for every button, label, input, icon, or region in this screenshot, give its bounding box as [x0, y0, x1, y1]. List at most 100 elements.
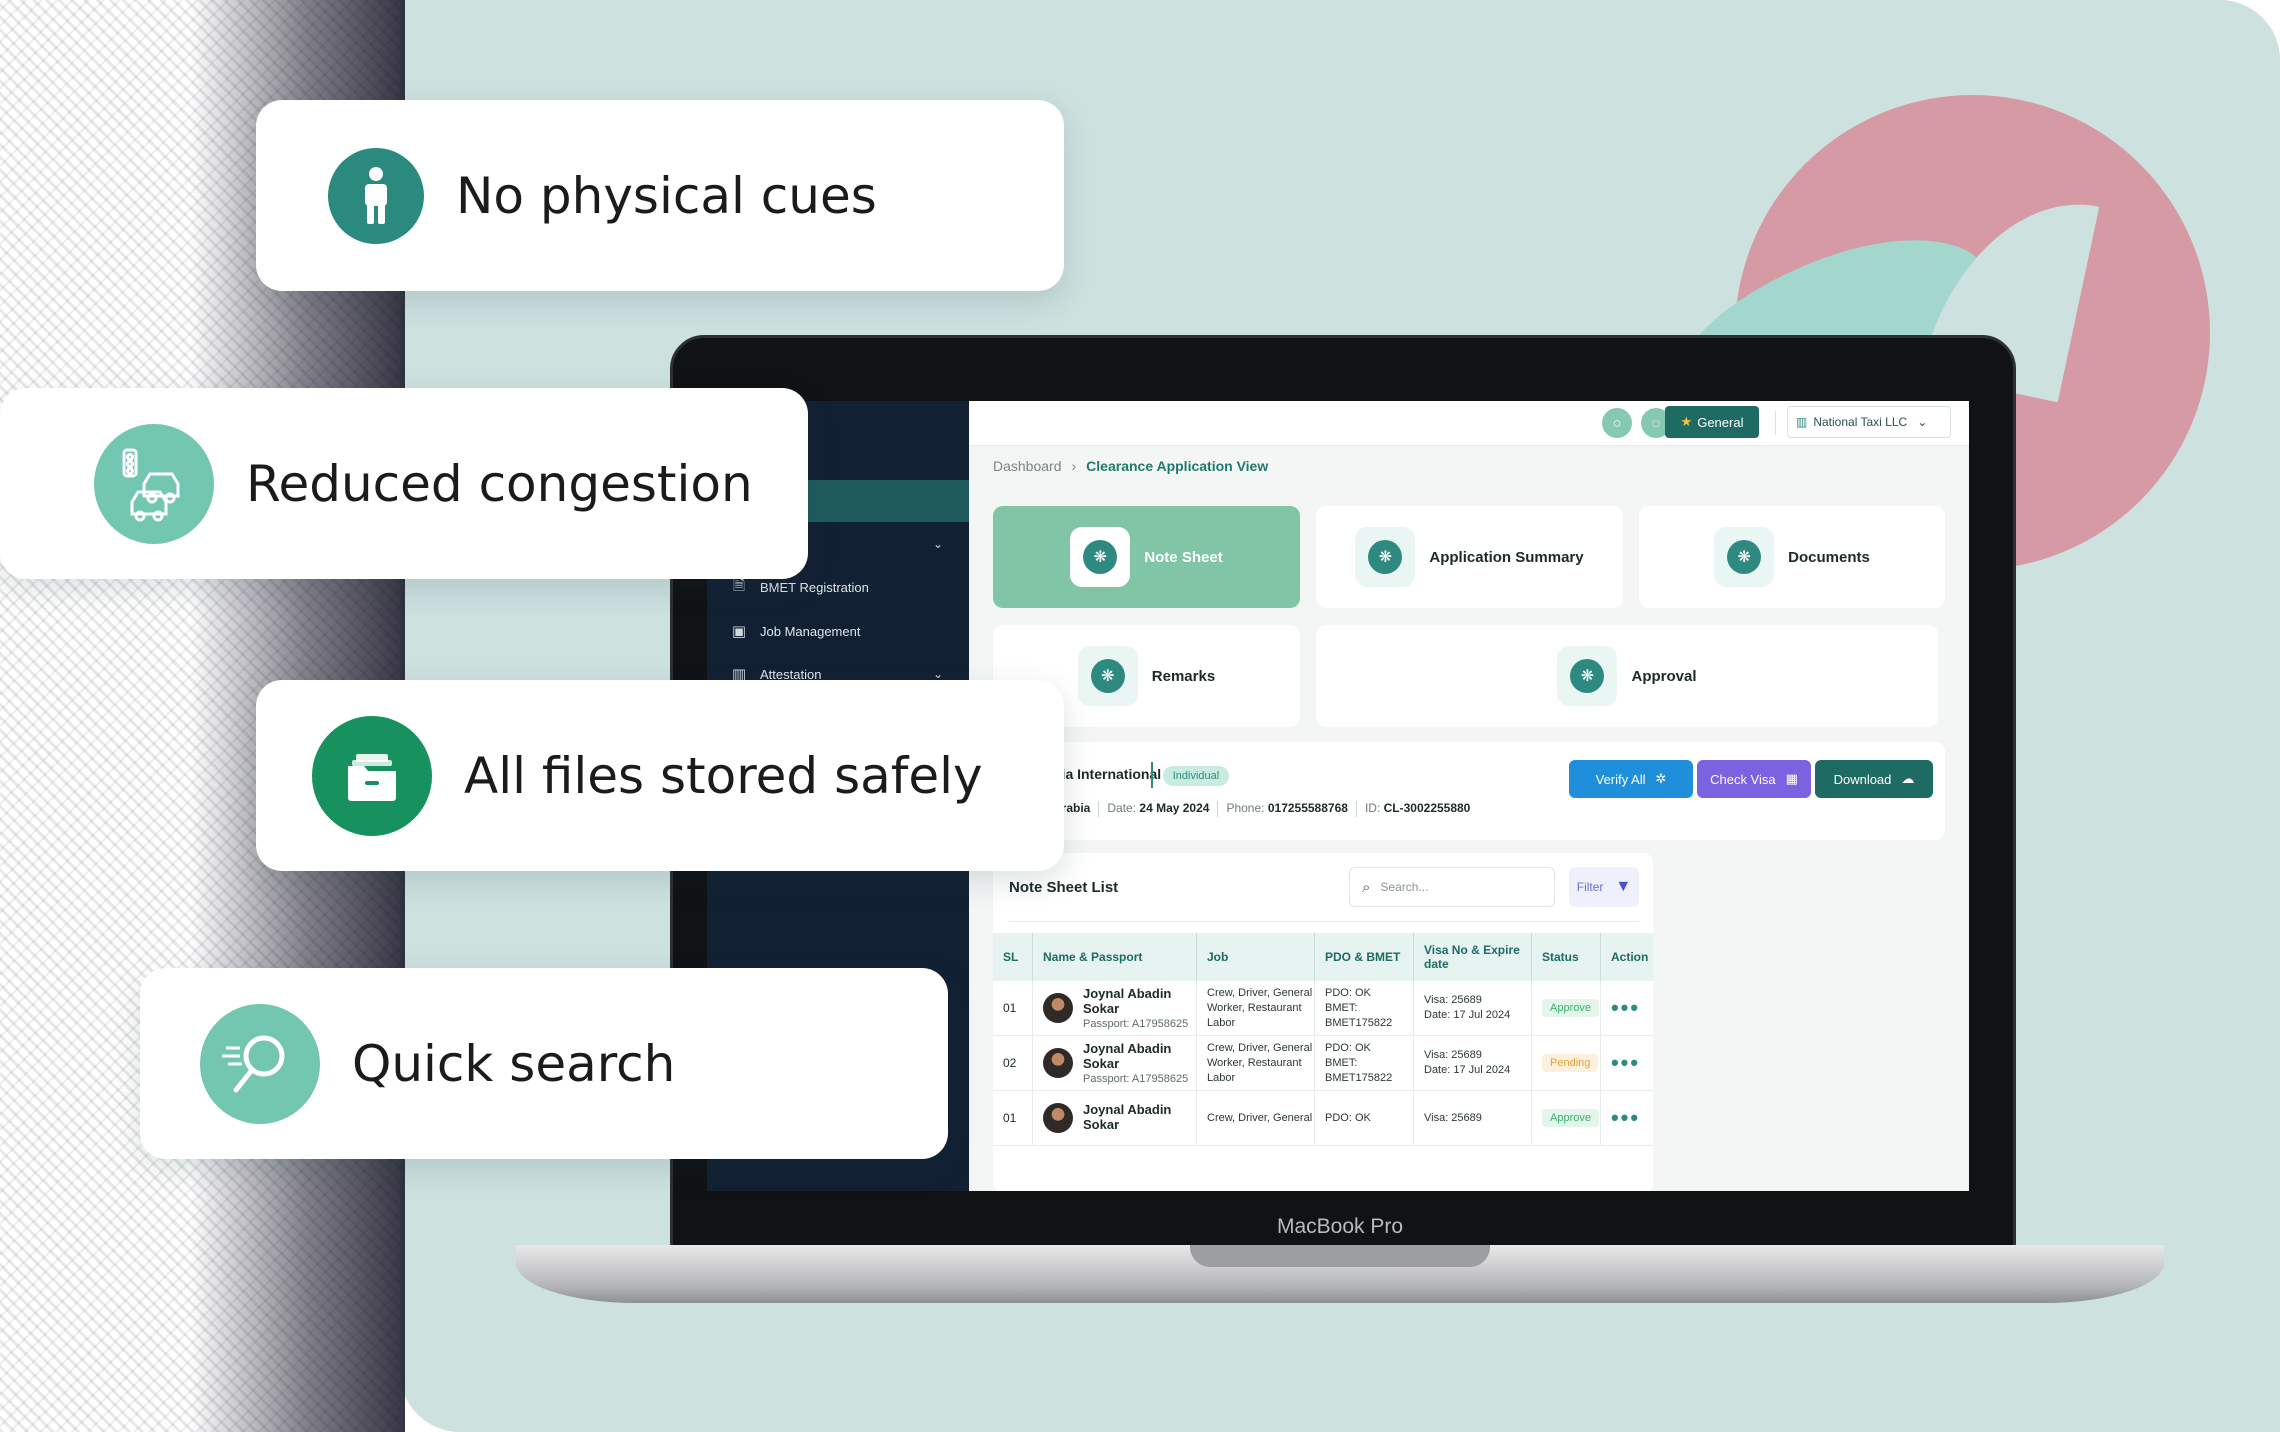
document-icon: 🗎 [732, 576, 746, 594]
sl-cell: 01 [993, 1090, 1033, 1146]
workspace-label: General [1697, 414, 1744, 430]
note-sheet-list: Note Sheet List ⌕ Search... Filter ▼ SL … [993, 853, 1653, 1191]
visa-cell: Visa: 25689 [1413, 1090, 1532, 1146]
bmet-text: BMET: BMET175822 [1325, 1056, 1393, 1084]
tile-documents[interactable]: ❋ Documents [1639, 506, 1945, 608]
date-label: Date: [1107, 801, 1137, 815]
top-bar: ○ ◌ ★ General ▥ National Taxi LLC ⌄ [969, 401, 1969, 446]
person-name: Joynal Abadin Sokar [1083, 986, 1172, 1016]
tile-application-summary[interactable]: ❋ Application Summary [1316, 506, 1623, 608]
status-badge: Approve [1542, 999, 1599, 1017]
agency-name: dia International [1053, 766, 1162, 782]
folder-icon [312, 715, 432, 836]
column-header: Status [1531, 933, 1601, 981]
sl-cell: 02 [993, 1035, 1033, 1091]
name-cell: Joynal Abadin Sokar [1032, 1090, 1197, 1146]
building-icon: ▥ [1796, 415, 1808, 429]
visa-cell: Visa: 25689 Date: 17 Jul 2024 [1413, 981, 1532, 1036]
tile-approval[interactable]: ❋ Approval [1316, 625, 1938, 727]
application-summary-icon: ❋ [1355, 527, 1416, 587]
chevron-right-icon: › [1071, 458, 1077, 474]
job-cell: Crew, Driver, General Worker, Restaurant … [1196, 981, 1315, 1036]
more-actions-icon[interactable]: ••• [1611, 1050, 1640, 1075]
chevron-down-icon: ⌄ [1917, 415, 1928, 429]
id-label: ID: [1364, 801, 1381, 815]
filter-button[interactable]: Filter ▼ [1569, 867, 1639, 907]
name-cell: Joynal Abadin Sokar Passport: A17958625 [1032, 981, 1197, 1036]
pdo-text: PDO: OK [1325, 1041, 1371, 1054]
tile-note-sheet[interactable]: ❋ Note Sheet [993, 506, 1300, 608]
breadcrumb-current: Clearance Application View [1086, 458, 1269, 474]
id-value: CL-3002255880 [1383, 801, 1471, 815]
job-line: Worker, Restaurant Labor [1207, 1056, 1302, 1084]
table-header-row: SL Name & Passport Job PDO & BMET Visa N… [993, 933, 1653, 981]
table-row[interactable]: 01 Joynal Abadin Sokar Passport: A1795862… [993, 981, 1653, 1036]
table-row[interactable]: 01 Joynal Abadin Sokar Crew, Driver, Gen… [993, 1090, 1653, 1146]
download-button[interactable]: Download ☁ [1815, 760, 1933, 798]
pdo-text: PDO: OK [1325, 986, 1371, 999]
filter-label: Filter [1576, 880, 1604, 894]
check-visa-button[interactable]: Check Visa ▦ [1697, 760, 1811, 798]
company-label: National Taxi LLC [1813, 415, 1908, 429]
magnifier-icon [200, 1003, 320, 1124]
action-cell: ••• [1600, 981, 1653, 1036]
feature-label: All files stored safely [464, 746, 983, 805]
search-input[interactable]: ⌕ Search... [1349, 867, 1555, 907]
list-title: Note Sheet List [1009, 879, 1119, 896]
tile-label: Remarks [1151, 667, 1216, 685]
person-name: Joynal Abadin Sokar [1083, 1041, 1172, 1071]
verify-all-label: Verify All [1595, 771, 1646, 787]
search-icon[interactable]: ○ [1602, 408, 1632, 438]
bmet-text: BMET: BMET175822 [1325, 1001, 1393, 1029]
visa-text: Visa: 25689 [1424, 1049, 1482, 1061]
column-header: Name & Passport [1032, 933, 1197, 981]
sl-cell: 01 [993, 981, 1033, 1036]
workspace-button[interactable]: ★ General [1665, 406, 1759, 438]
breadcrumb: Dashboard › Clearance Application View [993, 458, 1268, 474]
job-cell: Crew, Driver, General Worker, Restaurant … [1196, 1035, 1315, 1091]
date-value: 24 May 2024 [1139, 801, 1210, 815]
name-cell: Joynal Abadin Sokar Passport: A17958625 [1032, 1035, 1197, 1091]
person-name: Joynal Abadin Sokar [1083, 1102, 1172, 1132]
avatar [1043, 1103, 1073, 1133]
column-header: SL [993, 933, 1033, 981]
chevron-down-icon: ⌄ [932, 537, 943, 551]
passport-text: Passport: A17958625 [1083, 1073, 1189, 1085]
verify-all-button[interactable]: Verify All ✲ [1569, 760, 1693, 798]
column-header: Visa No & Expire date [1413, 933, 1532, 981]
tile-label: Note Sheet [1144, 548, 1223, 566]
pdo-cell: PDO: OK [1314, 1090, 1414, 1146]
divider [1009, 921, 1639, 922]
avatar [1043, 1048, 1073, 1078]
phone-value: 017255588768 [1267, 801, 1348, 815]
phone-label: Phone: [1226, 801, 1265, 815]
search-icon: ⌕ [1362, 878, 1371, 896]
table-row[interactable]: 02 Joynal Abadin Sokar Passport: A1795862… [993, 1035, 1653, 1091]
laptop-model-label: MacBook Pro [1276, 1215, 1404, 1238]
column-header: PDO & BMET [1314, 933, 1414, 981]
more-actions-icon[interactable]: ••• [1611, 995, 1640, 1020]
job-line: Worker, Restaurant Labor [1207, 1001, 1302, 1029]
pdo-cell: PDO: OK BMET: BMET175822 [1314, 1035, 1414, 1091]
person-icon [328, 147, 424, 244]
more-actions-icon[interactable]: ••• [1611, 1105, 1640, 1130]
status-cell: Pending [1531, 1035, 1601, 1091]
cloud-download-icon: ☁ [1901, 771, 1915, 786]
company-selector[interactable]: ▥ National Taxi LLC ⌄ [1787, 406, 1951, 438]
sidebar-item-job-management[interactable]: ▣ Job Management [707, 610, 969, 652]
passport-icon: ▦ [1785, 771, 1798, 786]
feature-label: No physical cues [456, 166, 877, 225]
feature-card-all-files-stored-safely: All files stored safely [256, 680, 1064, 871]
feature-card-reduced-congestion: Reduced congestion [0, 388, 808, 579]
laptop-notch [1190, 1245, 1490, 1267]
documents-icon: ❋ [1714, 527, 1775, 587]
action-cell: ••• [1600, 1035, 1653, 1091]
visa-text: Visa: 25689 [1424, 1111, 1482, 1124]
column-header: Job [1196, 933, 1315, 981]
expire-date-text: Date: 17 Jul 2024 [1424, 1009, 1511, 1021]
status-badge: Pending [1542, 1054, 1599, 1072]
tile-label: Approval [1631, 667, 1697, 685]
breadcrumb-root[interactable]: Dashboard [993, 458, 1062, 474]
divider [1775, 411, 1776, 435]
feature-card-no-physical-cues: No physical cues [256, 100, 1064, 291]
